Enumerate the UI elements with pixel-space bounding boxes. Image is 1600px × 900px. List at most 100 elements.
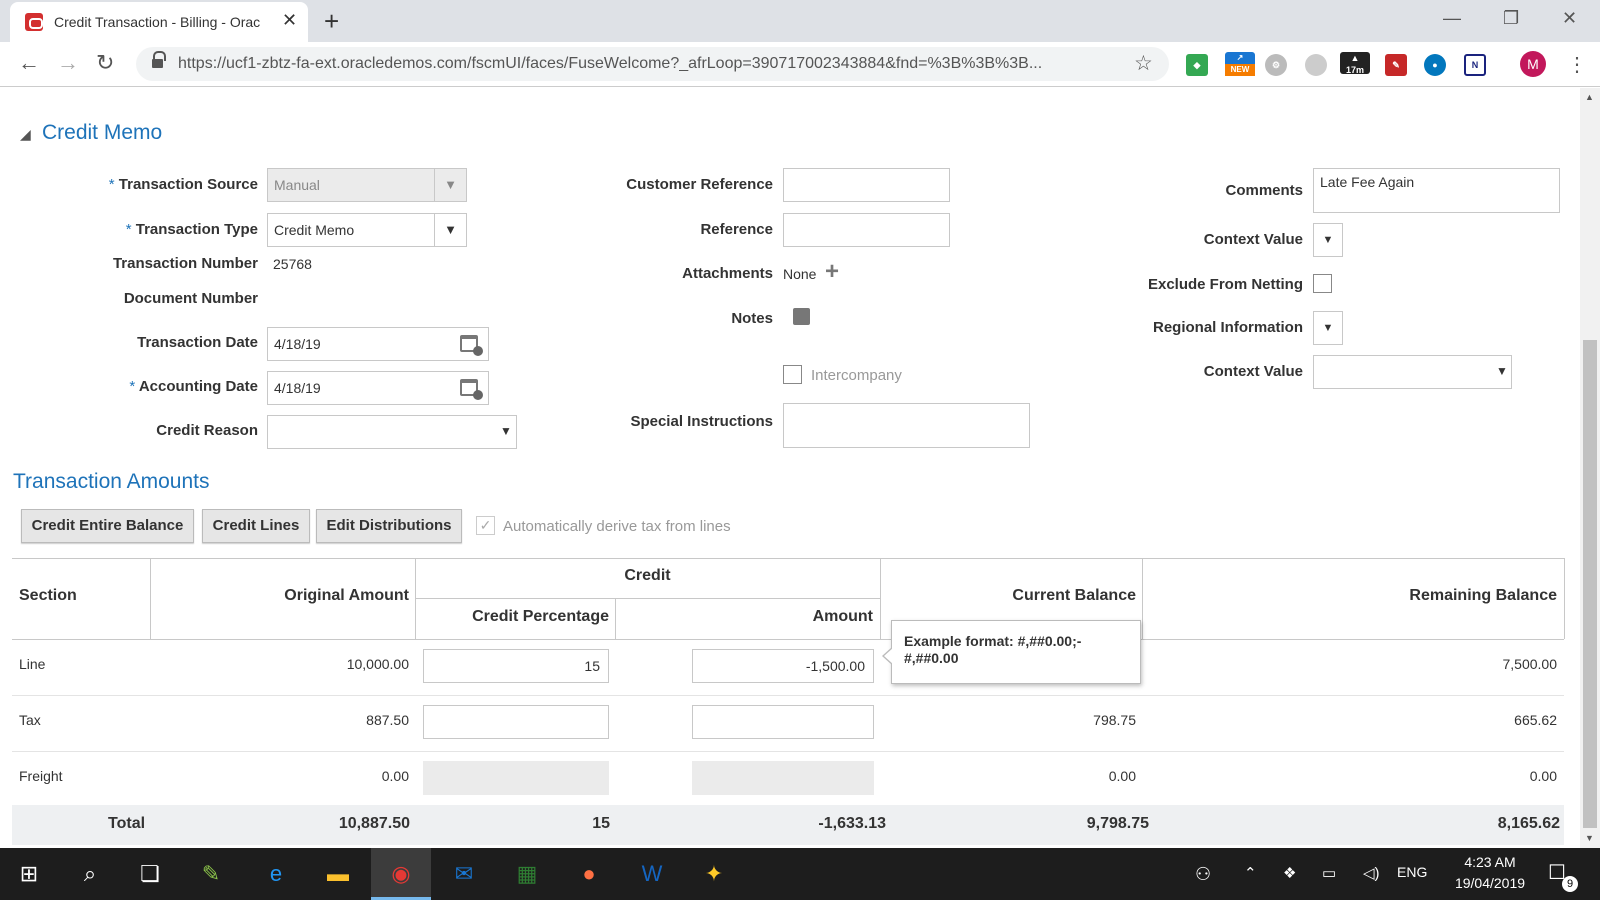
chrome-icon[interactable]: ◉	[383, 856, 419, 892]
row-current-balance: 798.75	[1093, 712, 1136, 728]
context-value-dropdown-icon[interactable]: ▼	[1496, 364, 1508, 378]
paint-app-icon[interactable]: ✎	[193, 856, 229, 892]
task-view-icon[interactable]: ❏	[132, 856, 168, 892]
credit-reason-label: Credit Reason	[156, 422, 258, 439]
browser-menu-icon[interactable]: ⋮	[1567, 52, 1587, 77]
extension-tool-icon[interactable]: ⚙	[1265, 54, 1287, 76]
url-field[interactable]: https://ucf1-zbtz-fa-ext.oracledemos.com…	[136, 47, 1169, 81]
special-instructions-label: Special Instructions	[630, 413, 773, 430]
language-indicator[interactable]: ENG	[1397, 864, 1427, 880]
profile-avatar[interactable]: M	[1520, 51, 1546, 77]
clock-time[interactable]: 4:23 AM	[1447, 854, 1533, 870]
transaction-type-label: * Transaction Type	[125, 221, 258, 238]
regional-information-dropdown[interactable]: ▼	[1313, 311, 1343, 345]
forward-icon[interactable]: →	[57, 50, 79, 76]
credit-entire-balance-button[interactable]: Credit Entire Balance	[21, 509, 194, 543]
extension-n-icon[interactable]: N	[1464, 54, 1486, 76]
col-original-amount[interactable]: Original Amount	[160, 587, 409, 605]
extension-new-icon[interactable]: ↗ NEW	[1225, 52, 1255, 76]
clock-date[interactable]: 19/04/2019	[1447, 875, 1533, 891]
credit-percentage-input[interactable]: 15	[423, 649, 609, 683]
firefox-icon[interactable]: ●	[571, 856, 607, 892]
total-credit-amount: -1,633.13	[818, 815, 886, 832]
accounting-date-input[interactable]: 4/18/19	[267, 371, 489, 405]
customer-reference-input[interactable]	[783, 168, 950, 202]
transaction-source-label: * Transaction Source	[108, 176, 258, 193]
transaction-type-dropdown-icon[interactable]: ▼	[434, 214, 466, 246]
credit-reason-dropdown-icon[interactable]: ▼	[500, 424, 512, 438]
paint-palette-icon[interactable]: ✦	[696, 856, 732, 892]
document-number-label: Document Number	[123, 290, 258, 307]
notes-icon[interactable]	[793, 308, 810, 325]
transaction-source-dropdown-icon[interactable]: ▼	[434, 169, 466, 201]
minimize-icon[interactable]: —	[1443, 8, 1461, 29]
scroll-down-icon[interactable]: ▼	[1585, 833, 1594, 843]
close-tab-icon[interactable]: ✕	[282, 10, 297, 31]
tray-expand-icon[interactable]: ⌃	[1244, 864, 1257, 882]
edit-distributions-button[interactable]: Edit Distributions	[316, 509, 462, 543]
special-instructions-textarea[interactable]	[783, 403, 1030, 448]
exclude-from-netting-checkbox[interactable]	[1313, 274, 1332, 293]
back-icon[interactable]: ←	[18, 50, 40, 76]
excel-icon[interactable]: ▦	[509, 856, 545, 892]
calendar-icon[interactable]	[460, 335, 483, 356]
calendar-icon[interactable]	[460, 379, 483, 400]
browser-tab[interactable]: Credit Transaction - Billing - Orac ✕	[10, 2, 308, 42]
credit-amount-input[interactable]	[692, 705, 874, 739]
extension-maps-icon[interactable]: ◆	[1186, 54, 1208, 76]
col-group-credit: Credit	[624, 567, 671, 584]
dropbox-icon[interactable]: ❖	[1283, 864, 1296, 882]
col-section[interactable]: Section	[19, 587, 77, 605]
context-value-dropdown[interactable]: ▼	[1313, 223, 1343, 257]
page-content: ◢ Credit Memo * Transaction Source Manua…	[0, 88, 1580, 848]
context-value-select[interactable]	[1313, 355, 1512, 389]
scroll-up-icon[interactable]: ▲	[1585, 92, 1594, 102]
battery-icon[interactable]: ▭	[1322, 864, 1336, 882]
page-scrollbar[interactable]: ▲ ▼	[1580, 88, 1600, 848]
row-section: Freight	[19, 768, 63, 784]
col-remaining-balance[interactable]: Remaining Balance	[1150, 587, 1557, 605]
total-label: Total	[108, 815, 146, 832]
add-attachment-icon[interactable]: +	[825, 258, 839, 286]
reload-icon[interactable]: ↻	[96, 50, 114, 76]
customer-reference-label: Customer Reference	[626, 176, 773, 193]
comments-textarea[interactable]: Late Fee Again	[1313, 168, 1560, 213]
restore-icon[interactable]: ❐	[1503, 8, 1519, 29]
extension-pdf-icon[interactable]: ✎	[1385, 54, 1407, 76]
auto-derive-tax-checkbox[interactable]: ✓	[476, 516, 495, 535]
oracle-favicon-icon	[25, 13, 43, 31]
collapse-triangle-icon[interactable]: ◢	[20, 126, 31, 143]
row-remaining-balance: 7,500.00	[1502, 656, 1558, 672]
credit-reason-select[interactable]	[267, 415, 517, 449]
windows-start-icon[interactable]: ⊞	[11, 856, 47, 892]
reference-input[interactable]	[783, 213, 950, 247]
credit-lines-button[interactable]: Credit Lines	[202, 509, 310, 543]
search-icon[interactable]: ⌕	[72, 856, 108, 892]
people-icon[interactable]: ⚇	[1195, 864, 1211, 885]
windows-taskbar: ⊞ ⌕ ❏ ✎ e ▬ ◉ ✉ ▦ ● W ✦ ⚇ ⌃ ❖ ▭ ◁) ENG 4…	[0, 848, 1600, 900]
intercompany-checkbox[interactable]	[783, 365, 802, 384]
context-value-label: Context Value	[1203, 231, 1303, 248]
edge-browser-icon[interactable]: e	[258, 856, 294, 892]
word-icon[interactable]: W	[634, 856, 670, 892]
accounting-date-label: * Accounting Date	[129, 378, 258, 395]
transaction-date-input[interactable]: 4/18/19	[267, 327, 489, 361]
transaction-number-value: 25768	[273, 256, 312, 272]
col-current-balance[interactable]: Current Balance	[885, 587, 1136, 605]
col-amount[interactable]: Amount	[620, 608, 873, 626]
scrollbar-thumb[interactable]	[1583, 340, 1597, 828]
extension-eye-icon[interactable]: ●	[1424, 54, 1446, 76]
credit-amount-input[interactable]: -1,500.00	[692, 649, 874, 683]
file-explorer-icon[interactable]: ▬	[320, 856, 356, 892]
extension-circle-icon[interactable]	[1305, 54, 1327, 76]
bookmark-star-icon[interactable]: ☆	[1134, 51, 1153, 76]
extension-timer-icon[interactable]: ▲ 17m	[1340, 52, 1370, 75]
lock-icon	[152, 51, 166, 69]
notification-count-badge: 9	[1562, 876, 1578, 892]
col-credit-percentage[interactable]: Credit Percentage	[420, 608, 609, 626]
new-tab-button[interactable]: +	[324, 6, 339, 37]
credit-percentage-input[interactable]	[423, 705, 609, 739]
volume-icon[interactable]: ◁)	[1363, 864, 1380, 882]
close-window-icon[interactable]: ✕	[1562, 8, 1577, 29]
outlook-icon[interactable]: ✉	[446, 856, 482, 892]
